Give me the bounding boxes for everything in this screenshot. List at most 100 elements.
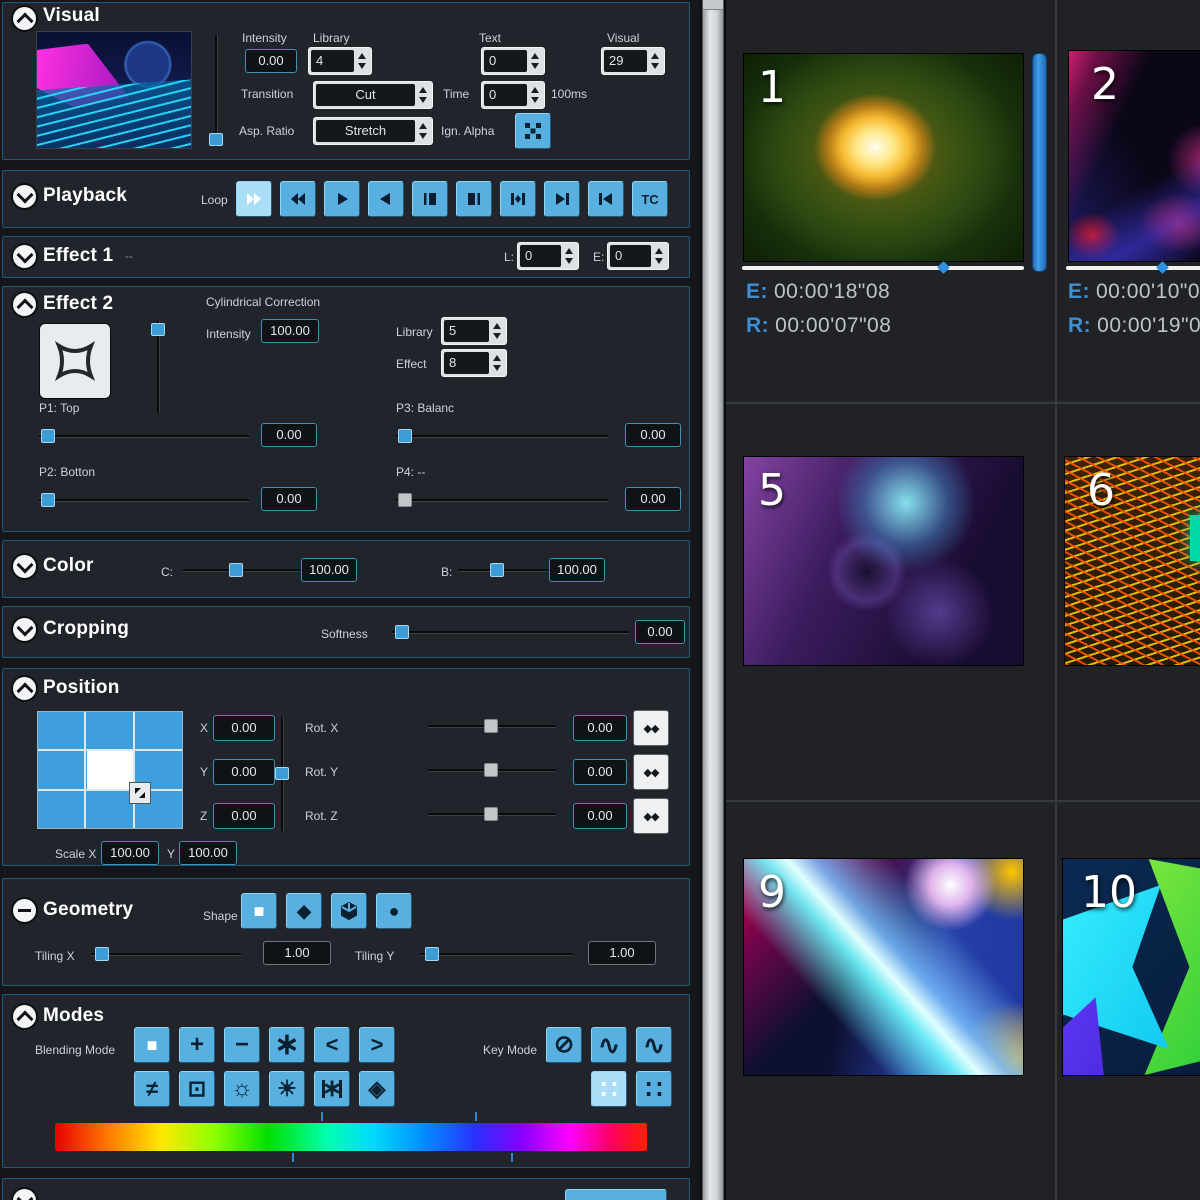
color-spectrum-slider[interactable] (55, 1123, 647, 1151)
rot-z-reset-button[interactable]: ◆◆ (633, 798, 669, 834)
color-b-value[interactable]: 100.00 (549, 558, 605, 582)
spin-down-icon[interactable] (419, 97, 427, 103)
spin-up-icon[interactable] (651, 53, 659, 59)
position-z-fader[interactable] (275, 717, 289, 831)
spinner-arrows[interactable] (527, 84, 542, 106)
spin-down-icon[interactable] (493, 333, 501, 339)
rot-y-reset-button[interactable]: ◆◆ (633, 754, 669, 790)
panel-scrollbar[interactable] (702, 0, 724, 1200)
stop-last-frame-button[interactable] (456, 181, 492, 217)
effect2-preset-icon-button[interactable] (39, 323, 111, 399)
media-cell-6-thumbnail[interactable]: 6 (1064, 456, 1200, 666)
p4-slider[interactable] (396, 493, 608, 507)
key-dots-light-button[interactable]: ∷ (591, 1071, 627, 1107)
blend-layers-button[interactable]: ◈ (359, 1071, 395, 1107)
spin-up-icon[interactable] (493, 323, 501, 329)
position-object-rect[interactable] (87, 751, 133, 788)
p2-value[interactable]: 0.00 (261, 487, 317, 511)
scale-x-value[interactable]: 100.00 (101, 841, 159, 865)
spinner-arrows[interactable] (489, 352, 504, 374)
position-grid-widget[interactable] (37, 711, 183, 829)
spinner-arrows[interactable] (527, 50, 542, 72)
spinner-arrows[interactable] (415, 120, 430, 142)
fader-handle[interactable] (151, 323, 165, 336)
spin-down-icon[interactable] (655, 258, 663, 264)
shape-cube-button[interactable] (331, 893, 367, 929)
spin-up-icon[interactable] (655, 248, 663, 254)
effect2-library-value[interactable]: 5 (444, 320, 489, 342)
slider-handle[interactable] (484, 719, 498, 733)
spin-down-icon[interactable] (493, 365, 501, 371)
blend-darken-button[interactable]: < (314, 1027, 350, 1063)
scale-y-value[interactable]: 100.00 (179, 841, 237, 865)
rot-z-value[interactable]: 0.00 (573, 803, 627, 829)
tiling-x-value[interactable]: 1.00 (263, 941, 331, 965)
key-dots-dark-button[interactable]: ∷ (636, 1071, 672, 1107)
library-spinner[interactable]: 4 (308, 47, 372, 75)
effect1-e-value[interactable]: 0 (610, 245, 651, 267)
media-cell-1-intensity-fader[interactable] (1032, 53, 1047, 272)
goto-start-button[interactable] (588, 181, 624, 217)
text-value[interactable]: 0 (484, 50, 527, 72)
spin-down-icon[interactable] (531, 97, 539, 103)
collapse-toggle-color[interactable] (11, 553, 38, 580)
time-value[interactable]: 0 (484, 84, 527, 106)
blend-clamp-button[interactable]: ∗ (314, 1071, 350, 1107)
collapse-toggle-position[interactable] (11, 675, 38, 702)
effect2-effect-value[interactable]: 8 (444, 352, 489, 374)
spin-up-icon[interactable] (419, 87, 427, 93)
play-button[interactable] (324, 181, 360, 217)
effect2-effect-spinner[interactable]: 8 (441, 349, 507, 377)
play-reverse-button[interactable] (368, 181, 404, 217)
transition-dropdown[interactable]: Cut (313, 81, 433, 109)
spectrum-tick[interactable] (292, 1153, 294, 1162)
media-cell-10-thumbnail[interactable]: 10 (1062, 858, 1200, 1076)
tiling-y-slider[interactable] (421, 947, 573, 961)
visual-intensity-fader[interactable] (209, 35, 223, 147)
rewind-button[interactable] (280, 181, 316, 217)
collapse-toggle-modes[interactable] (11, 1003, 38, 1030)
blend-normal-button[interactable]: ■ (134, 1027, 170, 1063)
p1-slider[interactable] (39, 429, 249, 443)
blend-add-button[interactable]: + (179, 1027, 215, 1063)
text-spinner[interactable]: 0 (481, 47, 545, 75)
rot-x-reset-button[interactable]: ◆◆ (633, 710, 669, 746)
spin-up-icon[interactable] (493, 355, 501, 361)
loop-forward-button[interactable] (236, 181, 272, 217)
key-off-button[interactable]: ⊘ (546, 1027, 582, 1063)
p2-slider[interactable] (39, 493, 249, 507)
slider-handle[interactable] (398, 429, 412, 443)
pos-x-value[interactable]: 0.00 (213, 715, 275, 741)
collapse-toggle-visual[interactable] (11, 5, 38, 32)
spin-down-icon[interactable] (565, 258, 573, 264)
bottom-action-button[interactable] (565, 1189, 667, 1200)
effect2-intensity-value[interactable]: 100.00 (261, 319, 319, 343)
spinner-arrows[interactable] (647, 50, 662, 72)
slider-handle[interactable] (395, 625, 409, 639)
collapse-toggle-playback[interactable] (11, 183, 38, 210)
slider-handle[interactable] (484, 763, 498, 777)
blend-subtract-button[interactable]: − (224, 1027, 260, 1063)
rot-y-value[interactable]: 0.00 (573, 759, 627, 785)
playhead-marker[interactable] (938, 261, 951, 274)
slider-handle[interactable] (95, 947, 109, 961)
collapse-toggle-geometry[interactable] (11, 897, 38, 924)
media-cell-9-thumbnail[interactable]: 9 (743, 858, 1024, 1076)
blend-mask-button[interactable]: ⊡ (179, 1071, 215, 1107)
rot-x-slider[interactable] (428, 719, 556, 733)
time-spinner[interactable]: 0 (481, 81, 545, 109)
collapse-toggle-bottom[interactable] (11, 1187, 38, 1200)
effect1-l-value[interactable]: 0 (520, 245, 561, 267)
rot-y-slider[interactable] (428, 763, 556, 777)
tiling-y-value[interactable]: 1.00 (588, 941, 656, 965)
blend-glow-button[interactable]: ☼ (224, 1071, 260, 1107)
effect2-intensity-fader[interactable] (151, 321, 165, 413)
spin-up-icon[interactable] (531, 53, 539, 59)
spin-up-icon[interactable] (565, 248, 573, 254)
scrollbar-top-cap[interactable] (703, 0, 723, 10)
spin-down-icon[interactable] (531, 63, 539, 69)
slider-handle[interactable] (425, 947, 439, 961)
p4-value[interactable]: 0.00 (625, 487, 681, 511)
collapse-toggle-effect1[interactable] (11, 243, 38, 270)
spinner-arrows[interactable] (489, 320, 504, 342)
